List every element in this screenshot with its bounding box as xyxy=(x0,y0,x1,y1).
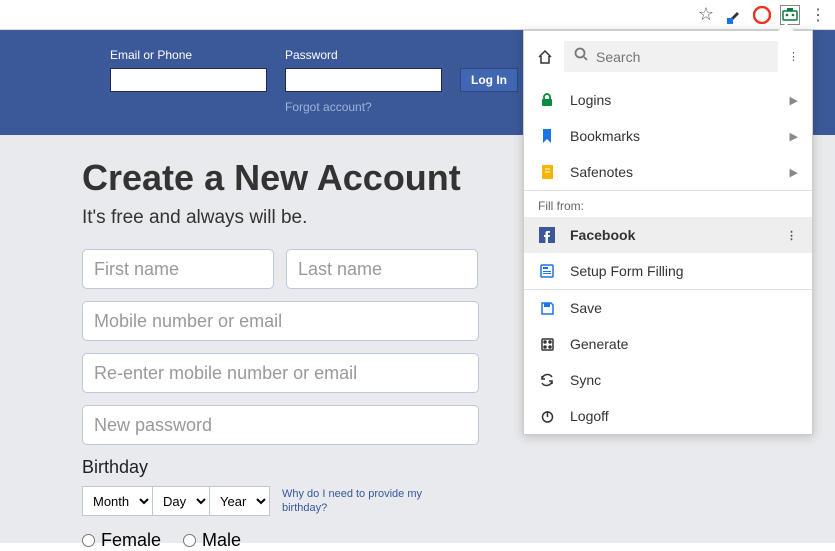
bookmarks-item[interactable]: Bookmarks ▶ xyxy=(524,118,812,154)
save-label: Save xyxy=(570,300,602,316)
email-label: Email or Phone xyxy=(110,48,267,62)
extension-brush-icon[interactable] xyxy=(725,6,743,24)
save-item[interactable]: Save xyxy=(524,290,812,326)
fill-facebook-item[interactable]: Facebook ⋮ xyxy=(524,217,812,253)
gender-female-option[interactable]: Female xyxy=(82,530,161,551)
logins-item[interactable]: Logins ▶ xyxy=(524,82,812,118)
bookmark-star-icon[interactable]: ☆ xyxy=(697,6,715,24)
generate-icon xyxy=(538,335,556,353)
bookmark-icon xyxy=(538,127,556,145)
home-icon[interactable] xyxy=(536,48,554,66)
new-password-input[interactable] xyxy=(82,405,479,445)
birthday-label: Birthday xyxy=(82,457,835,478)
item-menu-icon[interactable]: ⋮ xyxy=(786,229,798,242)
roboform-extension-icon[interactable] xyxy=(781,6,799,24)
sync-item[interactable]: Sync xyxy=(524,362,812,398)
search-input[interactable] xyxy=(596,49,768,65)
popup-menu-icon[interactable]: ⋮ xyxy=(788,50,800,63)
form-icon xyxy=(538,262,556,280)
password-input[interactable] xyxy=(285,68,442,92)
safenotes-label: Safenotes xyxy=(570,164,633,180)
facebook-icon xyxy=(538,226,556,244)
browser-toolbar: ☆ ⋮ xyxy=(0,0,835,30)
birthday-help-link[interactable]: Why do I need to provide my birthday? xyxy=(282,487,432,516)
sync-icon xyxy=(538,371,556,389)
email-input[interactable] xyxy=(110,68,267,92)
month-select[interactable]: Month xyxy=(82,486,153,516)
chrome-menu-icon[interactable]: ⋮ xyxy=(809,6,827,24)
chevron-right-icon: ▶ xyxy=(790,166,798,179)
logins-label: Logins xyxy=(570,92,611,108)
generate-label: Generate xyxy=(570,336,628,352)
facebook-label: Facebook xyxy=(570,227,635,243)
male-radio[interactable] xyxy=(183,534,196,547)
year-select[interactable]: Year xyxy=(209,486,270,516)
female-radio[interactable] xyxy=(82,534,95,547)
roboform-popup: ⋮ Logins ▶ Bookmarks ▶ Safenotes ▶ Fill … xyxy=(523,30,813,435)
opera-icon[interactable] xyxy=(753,6,771,24)
generate-item[interactable]: Generate xyxy=(524,326,812,362)
login-button[interactable]: Log In xyxy=(460,68,518,92)
fill-from-label: Fill from: xyxy=(524,191,812,217)
search-box[interactable] xyxy=(564,41,778,72)
password-label: Password xyxy=(285,48,442,62)
logoff-item[interactable]: Logoff xyxy=(524,398,812,434)
safenotes-item[interactable]: Safenotes ▶ xyxy=(524,154,812,190)
chevron-right-icon: ▶ xyxy=(790,94,798,107)
day-select[interactable]: Day xyxy=(152,486,210,516)
mobile-email-input[interactable] xyxy=(82,301,479,341)
reenter-mobile-email-input[interactable] xyxy=(82,353,479,393)
lock-icon xyxy=(538,91,556,109)
sync-label: Sync xyxy=(570,372,601,388)
first-name-input[interactable] xyxy=(82,249,274,289)
chevron-right-icon: ▶ xyxy=(790,130,798,143)
power-icon xyxy=(538,407,556,425)
search-icon xyxy=(574,47,588,66)
bookmarks-label: Bookmarks xyxy=(570,128,640,144)
gender-male-option[interactable]: Male xyxy=(183,530,241,551)
last-name-input[interactable] xyxy=(286,249,478,289)
setup-form-filling-item[interactable]: Setup Form Filling xyxy=(524,253,812,289)
setup-form-label: Setup Form Filling xyxy=(570,263,684,279)
save-icon xyxy=(538,299,556,317)
note-icon xyxy=(538,163,556,181)
logoff-label: Logoff xyxy=(570,408,609,424)
